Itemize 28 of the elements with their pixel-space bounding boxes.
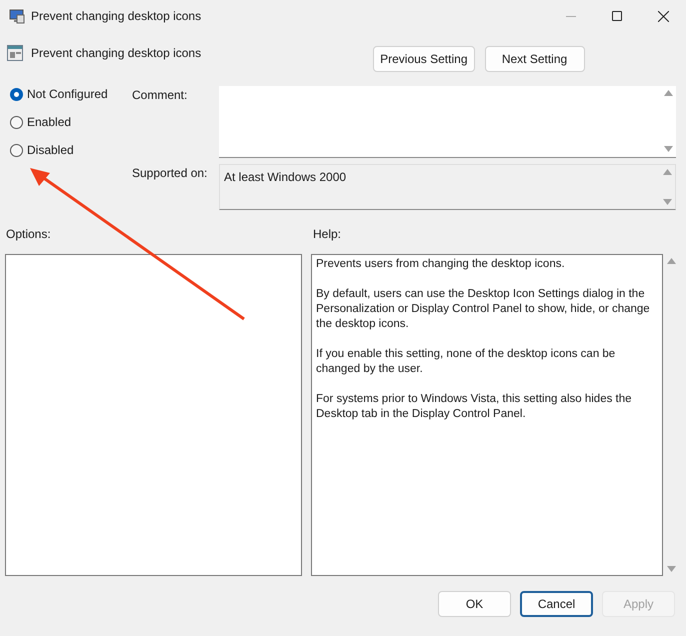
help-paragraph: If you enable this setting, none of the desktop icons can be changed by the user. xyxy=(316,347,616,377)
help-paragraph: By default, users can use the Desktop Icon Settings dialog in the Personalization or Display Control Panel to show, hide, or change the desktop icons. xyxy=(316,287,651,332)
scroll-up-icon[interactable] xyxy=(666,258,676,264)
dialog-button[interactable]: Cancel xyxy=(520,591,593,617)
policy-icon xyxy=(7,45,23,61)
comment-label: Comment: xyxy=(132,87,188,104)
computer-icon xyxy=(9,8,25,24)
help-label: Help: xyxy=(313,226,342,241)
scroll-down-icon[interactable] xyxy=(662,199,672,205)
options-label: Options: xyxy=(5,226,52,241)
policy-name: Prevent changing desktop icons xyxy=(31,45,202,62)
window-title: Prevent changing desktop icons xyxy=(31,8,202,25)
scroll-down-icon[interactable] xyxy=(666,566,676,572)
help-paragraph: Prevents users from changing the desktop icons. xyxy=(316,257,566,272)
radio-option[interactable]: Enabled xyxy=(10,114,132,130)
nav-button[interactable]: Previous Setting xyxy=(373,46,474,72)
comment-field[interactable] xyxy=(219,86,676,158)
nav-button[interactable]: Next Setting xyxy=(484,46,584,72)
close-icon xyxy=(658,10,668,22)
supported-label: Supported on: xyxy=(132,165,208,182)
dialog-button[interactable]: OK xyxy=(438,591,511,617)
scroll-up-icon[interactable] xyxy=(662,169,672,175)
radio-option[interactable]: Not Configured xyxy=(10,86,132,102)
supported-value: At least Windows 2000 xyxy=(223,169,348,186)
scroll-up-icon[interactable] xyxy=(664,90,672,96)
help-paragraph: For systems prior to Windows Vista, this setting also hides the Desktop tab in the Display Control Panel. xyxy=(316,392,633,422)
radio-option[interactable]: Disabled xyxy=(10,142,132,158)
scroll-down-icon[interactable] xyxy=(664,146,672,152)
